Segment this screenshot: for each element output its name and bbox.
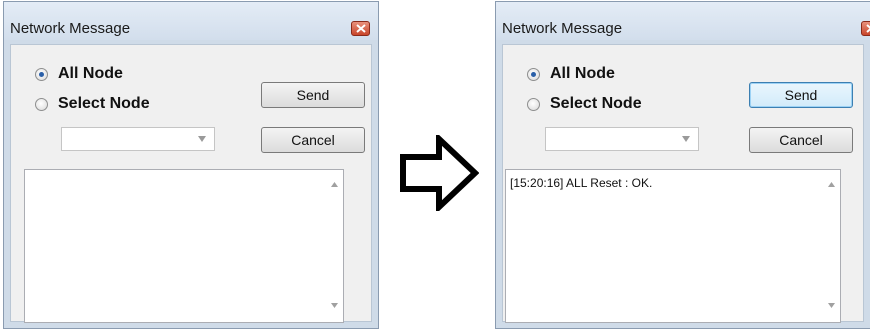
radio-select-node-label: Select Node xyxy=(550,95,642,112)
title-bar: Network Message xyxy=(496,2,870,40)
scroll-down-icon[interactable] xyxy=(331,303,338,308)
chevron-down-icon xyxy=(682,136,690,142)
radio-all-node-label: All Node xyxy=(550,65,615,82)
radio-select-node[interactable]: Select Node xyxy=(527,95,642,113)
title-bar: Network Message xyxy=(4,2,378,40)
close-button[interactable] xyxy=(351,21,370,36)
scroll-up-icon[interactable] xyxy=(828,182,835,187)
radio-all-node[interactable]: All Node xyxy=(35,65,123,83)
window-title: Network Message xyxy=(10,20,131,37)
close-icon xyxy=(866,24,870,33)
scroll-down-icon[interactable] xyxy=(828,303,835,308)
radio-button-unchecked[interactable] xyxy=(527,97,540,111)
chevron-down-icon xyxy=(198,136,206,142)
close-icon xyxy=(356,24,366,33)
cancel-button[interactable]: Cancel xyxy=(749,127,853,153)
log-scrollbar[interactable] xyxy=(823,170,840,322)
radio-button-unchecked[interactable] xyxy=(35,97,48,111)
log-text: [15:20:16] ALL Reset : OK. xyxy=(510,176,653,190)
window-title: Network Message xyxy=(502,20,623,37)
network-message-dialog-before: Network Message All Node Select Node Sen… xyxy=(3,1,379,329)
radio-all-node-label: All Node xyxy=(58,65,123,82)
dialog-client-area: All Node Select Node Send Cancel xyxy=(10,44,372,323)
scroll-up-icon[interactable] xyxy=(331,182,338,187)
node-select-combobox[interactable] xyxy=(61,127,215,151)
radio-select-node[interactable]: Select Node xyxy=(35,95,150,113)
send-button[interactable]: Send xyxy=(261,82,365,108)
cancel-button[interactable]: Cancel xyxy=(261,127,365,153)
message-log[interactable] xyxy=(24,169,344,323)
radio-all-node[interactable]: All Node xyxy=(527,65,615,83)
node-select-combobox[interactable] xyxy=(545,127,699,151)
radio-select-node-label: Select Node xyxy=(58,95,150,112)
log-scrollbar[interactable] xyxy=(326,170,343,322)
dialog-client-area: All Node Select Node Send Cancel [15:20:… xyxy=(502,44,864,323)
right-arrow-icon xyxy=(399,132,480,214)
send-button[interactable]: Send xyxy=(749,82,853,108)
close-button[interactable] xyxy=(861,21,870,36)
radio-button-checked[interactable] xyxy=(35,67,48,81)
network-message-dialog-after: Network Message All Node Select Node Sen… xyxy=(495,1,870,329)
message-log[interactable]: [15:20:16] ALL Reset : OK. xyxy=(505,169,841,323)
radio-button-checked[interactable] xyxy=(527,67,540,81)
